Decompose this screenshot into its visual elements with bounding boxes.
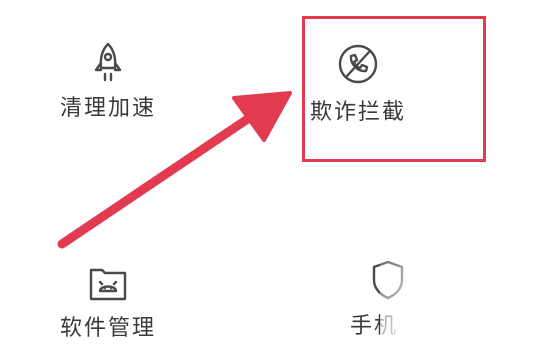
- watermark-overlay: [380, 230, 544, 353]
